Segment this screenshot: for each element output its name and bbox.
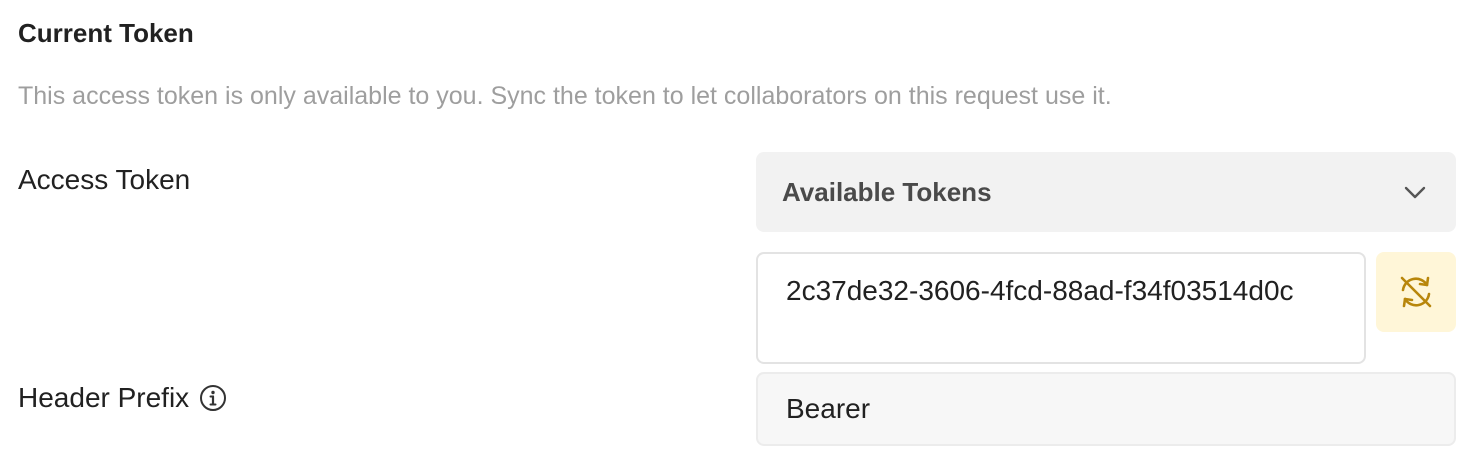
access-token-label-text: Access Token xyxy=(18,164,191,195)
access-token-label: Access Token xyxy=(18,164,190,196)
header-prefix-label-text: Header Prefix xyxy=(18,382,190,413)
header-prefix-label: Header Prefix xyxy=(18,382,227,414)
section-title: Current Token xyxy=(18,18,194,48)
available-tokens-label: Available Tokens xyxy=(782,176,992,207)
header-prefix-value: Bearer xyxy=(786,393,871,424)
current-token-panel: Current Token This access token is only … xyxy=(0,0,1478,468)
sync-token-button[interactable] xyxy=(1376,252,1456,332)
section-description: This access token is only available to y… xyxy=(18,82,1112,110)
available-tokens-dropdown[interactable]: Available Tokens xyxy=(756,152,1456,232)
chevron-down-icon xyxy=(1400,177,1430,207)
sync-off-icon xyxy=(1394,270,1438,314)
info-icon[interactable] xyxy=(199,384,227,412)
header-prefix-field[interactable]: Bearer xyxy=(756,372,1456,446)
access-token-field[interactable]: 2c37de32-3606-4fcd-88ad-f34f03514d0c xyxy=(756,252,1366,364)
